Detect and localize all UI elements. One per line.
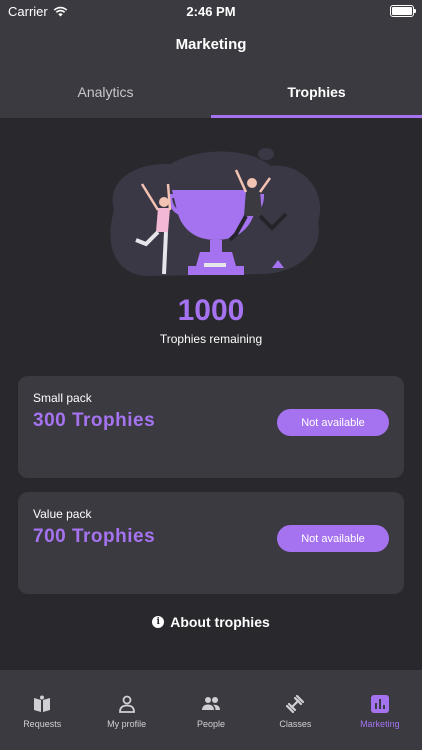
about-trophies-label: About trophies [170,614,270,630]
tabbar-item-marketing[interactable]: Marketing [338,670,422,750]
tabbar-label: My profile [107,719,147,729]
chart-icon [370,695,389,713]
trophy-illustration [110,148,321,276]
tabbar-item-classes[interactable]: Classes [253,670,337,750]
pack-name: Small pack [33,391,92,405]
not-available-button[interactable]: Not available [277,525,389,552]
tab-analytics[interactable]: Analytics [0,66,211,118]
pack-name: Value pack [33,507,92,521]
people-icon [202,697,221,710]
clock: 2:46 PM [186,4,236,19]
about-trophies-link[interactable]: i About trophies [0,614,422,630]
bottom-tab-bar: Requests My profile People Classes Marke… [0,670,422,750]
book-icon [34,695,51,712]
value-pack-card: Value pack 700 Trophies Not available [18,492,404,594]
tabbar-item-my-profile[interactable]: My profile [84,670,168,750]
pack-amount: 300 Trophies [33,410,156,431]
dumbbell-icon [286,694,305,714]
small-pack-card: Small pack 300 Trophies Not available [18,376,404,478]
header: Carrier 2:46 PM Marketing Analytics Trop… [0,0,422,118]
tab-trophies[interactable]: Trophies [211,66,422,118]
trophy-count: 1000 [177,294,245,327]
trophy-count-label: Trophies remaining [159,332,263,346]
not-available-button[interactable]: Not available [277,409,389,436]
pack-amount: 700 Trophies [33,526,156,547]
status-bar: Carrier 2:46 PM [0,0,422,22]
person-icon [118,695,135,713]
tabbar-label: Marketing [360,719,400,729]
tab-bar-top: Analytics Trophies [0,66,422,118]
info-icon: i [152,616,165,628]
page-title: Marketing [175,36,247,53]
tabbar-label: People [197,719,226,729]
tabbar-label: Requests [23,719,62,729]
battery-icon [390,5,416,17]
tabbar-label: Classes [279,719,312,729]
tabbar-item-requests[interactable]: Requests [0,670,84,750]
tabbar-item-people[interactable]: People [169,670,253,750]
